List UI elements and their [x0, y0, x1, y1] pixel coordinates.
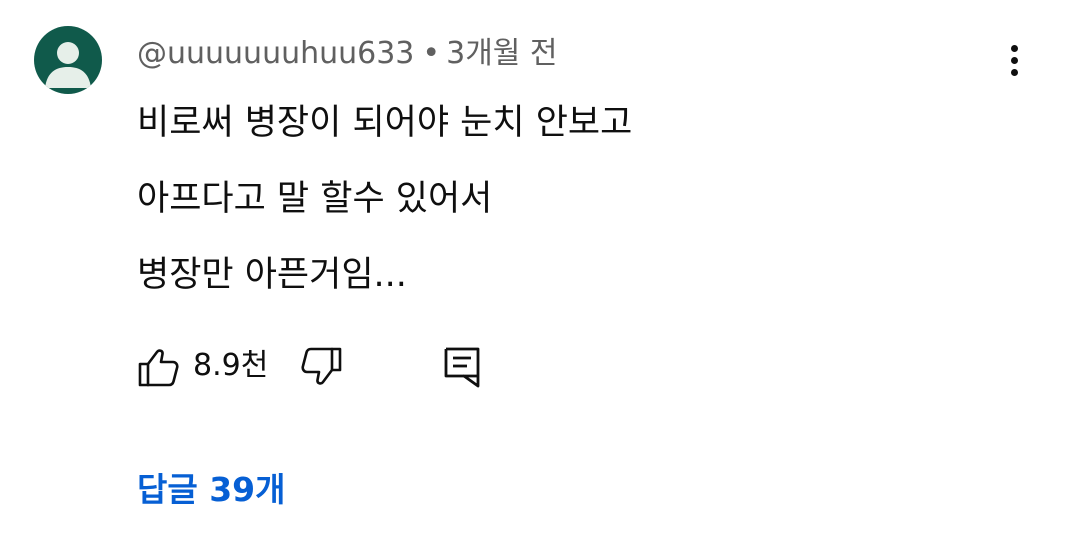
- like-count: 8.9천: [193, 348, 269, 383]
- comment-timestamp[interactable]: 3개월 전: [446, 36, 557, 71]
- like-button[interactable]: [136, 344, 182, 390]
- comment-icon: [444, 347, 480, 388]
- more-vertical-icon: [1010, 44, 1018, 52]
- comment-text-line: 병장만 아픈거임...: [137, 255, 407, 295]
- default-user-icon: [45, 42, 91, 88]
- thumbs-up-icon: [138, 349, 179, 387]
- reply-button[interactable]: [440, 344, 486, 390]
- meta-separator: •: [422, 36, 441, 71]
- comment-text-line: 비로써 병장이 되어야 눈치 안보고: [137, 103, 633, 143]
- dislike-button[interactable]: [298, 344, 344, 390]
- avatar[interactable]: [34, 26, 102, 94]
- more-options-button[interactable]: [994, 36, 1034, 84]
- comment-meta: @uuuuuuuhuu633 • 3개월 전: [137, 34, 558, 74]
- more-vertical-icon-dot: [1010, 68, 1018, 76]
- more-vertical-icon-dot: [1010, 56, 1018, 64]
- view-replies-button[interactable]: 답글 39개: [137, 466, 286, 514]
- thumbs-down-icon: [301, 347, 342, 385]
- author-handle[interactable]: @uuuuuuuhuu633: [137, 36, 414, 71]
- comment-text-line: 아프다고 말 할수 있어서: [137, 179, 493, 219]
